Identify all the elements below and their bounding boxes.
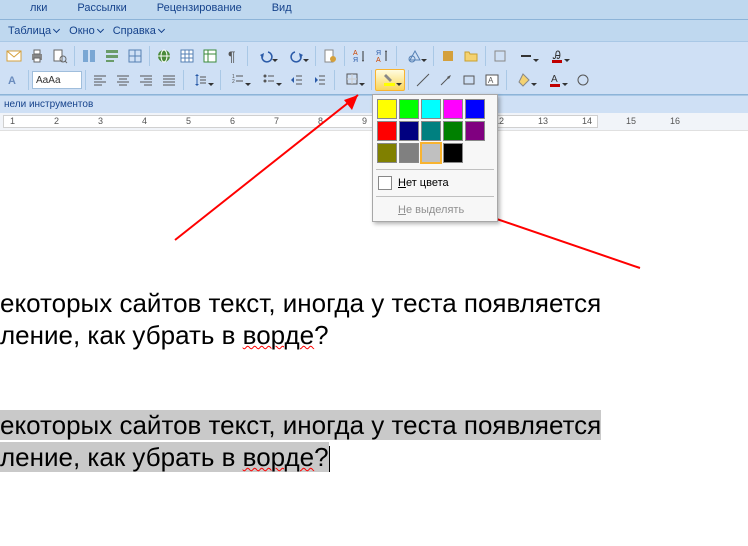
- color-swatch[interactable]: [465, 99, 485, 119]
- color-swatch[interactable]: [399, 121, 419, 141]
- color-swatch[interactable]: [465, 121, 485, 141]
- stop-highlight-option: Не выделять: [373, 199, 497, 221]
- annotation-arrow-1: [0, 0, 748, 546]
- color-swatch[interactable]: [421, 121, 441, 141]
- color-swatch[interactable]: [443, 121, 463, 141]
- color-swatch-selected[interactable]: [421, 143, 441, 163]
- color-swatch[interactable]: [399, 99, 419, 119]
- no-color-icon: [378, 176, 392, 190]
- color-swatch[interactable]: [377, 143, 397, 163]
- color-swatch-grid: [373, 95, 497, 167]
- color-swatch[interactable]: [443, 143, 463, 163]
- color-swatch[interactable]: [421, 99, 441, 119]
- color-swatch[interactable]: [377, 99, 397, 119]
- no-color-option[interactable]: Нет цвета: [373, 172, 497, 194]
- color-swatch[interactable]: [399, 143, 419, 163]
- color-swatch[interactable]: [443, 99, 463, 119]
- color-swatch[interactable]: [377, 121, 397, 141]
- highlight-color-picker: Нет цвета Не выделять: [372, 94, 498, 222]
